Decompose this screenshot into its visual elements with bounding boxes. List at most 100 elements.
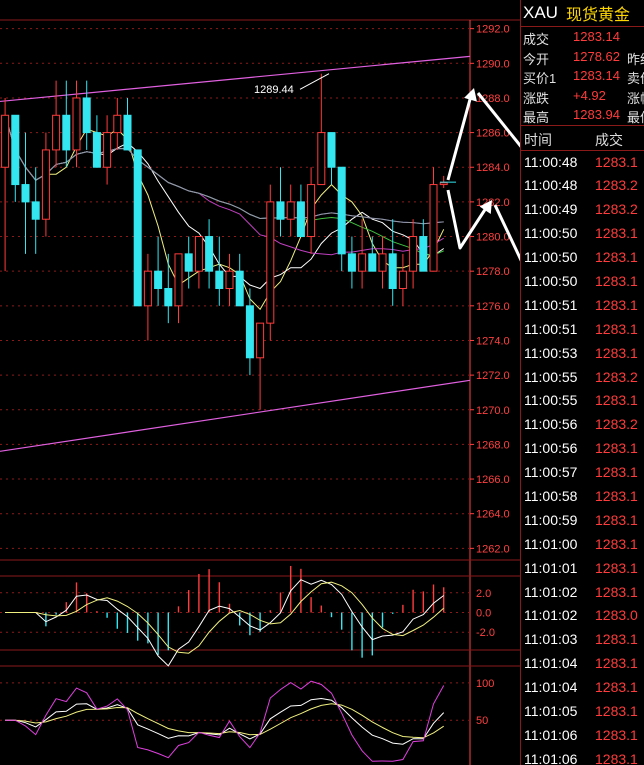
ma10-line: [4, 115, 444, 290]
ma5-line: [4, 115, 445, 311]
candle-down: [31, 201, 40, 220]
tick-row[interactable]: 11:01:04 1283.1: [521, 676, 644, 700]
tick-time: 11:00:50: [524, 249, 578, 266]
quote-field-value: 1283.94: [573, 107, 620, 122]
tick-price: 1283.1: [595, 225, 638, 242]
tick-row[interactable]: 11:00:50 1283.1: [521, 246, 644, 270]
tick-row[interactable]: 11:00:48 1283.1: [521, 151, 644, 175]
tick-price: 1283.2: [595, 201, 638, 218]
kdj-k-line: [5, 697, 445, 745]
tick-time: 11:01:00: [524, 535, 578, 552]
candle-down: [154, 270, 163, 290]
tick-row[interactable]: 11:01:00 1283.1: [521, 533, 644, 557]
candle-down: [164, 288, 173, 307]
quote-header: XAU 现货黄金: [521, 0, 644, 27]
tick-row[interactable]: 11:00:51 1283.1: [521, 294, 644, 318]
tick-row[interactable]: 11:01:04 1283.1: [521, 652, 644, 676]
tick-header-time: 时间: [524, 131, 552, 148]
candle-down: [11, 114, 20, 186]
tick-row[interactable]: 11:01:03 1283.1: [521, 628, 644, 652]
quote-field-label: 成交: [523, 32, 550, 47]
quote-panel: XAU 现货黄金 成交 1283.14 今开 1278.62 昨结买价1 1283.14 卖…: [520, 0, 644, 765]
y-tick-label: 1262.0: [476, 543, 510, 555]
candle-up: [1, 114, 10, 168]
tick-price: 1283.2: [595, 368, 638, 385]
tick-time: 11:01:06: [524, 750, 578, 765]
tick-row[interactable]: 11:00:56 1283.1: [521, 437, 644, 461]
macd-tick-label: 2.0: [476, 588, 491, 600]
y-tick-label: 1284.0: [476, 162, 510, 174]
tick-price: 1283.2: [595, 177, 638, 194]
candle-up: [317, 132, 326, 186]
tick-row[interactable]: 11:00:48 1283.2: [521, 174, 644, 198]
candle-up: [225, 270, 234, 290]
tick-row[interactable]: 11:00:51 1283.1: [521, 318, 644, 342]
tick-header-volume: 成交: [595, 131, 623, 148]
macd-tick-label: 0.0: [476, 608, 491, 620]
tick-row[interactable]: 11:00:50 1283.1: [521, 222, 644, 246]
candle-down: [21, 184, 30, 203]
candle-down: [205, 236, 214, 272]
macd-dif-line: [5, 579, 445, 667]
ma30-line: [4, 115, 444, 256]
macd-dea-line: [5, 581, 445, 654]
chart-area[interactable]: 1292.0 1290.0 1288.0 1286.0 1284.0 1282.0 1280…: [0, 0, 520, 765]
tick-price: 1283.1: [595, 249, 638, 266]
kdj-tick-label: 50: [476, 715, 488, 727]
tick-row[interactable]: 11:00:58 1283.1: [521, 485, 644, 509]
candle-down: [276, 201, 285, 220]
tick-price: 1283.1: [595, 464, 638, 481]
annotation-arrow-head: [464, 88, 477, 102]
tick-row[interactable]: 11:01:02 1283.0: [521, 604, 644, 628]
tick-row[interactable]: 11:00:56 1283.2: [521, 413, 644, 437]
tick-row[interactable]: 11:01:06 1283.1: [521, 748, 644, 765]
tick-row[interactable]: 11:00:49 1283.2: [521, 198, 644, 222]
tick-time: 11:00:57: [524, 464, 578, 481]
tick-time: 11:00:48: [524, 153, 578, 170]
tick-row[interactable]: 11:00:59 1283.1: [521, 509, 644, 533]
y-tick-label: 1268.0: [476, 439, 510, 451]
candle-down: [296, 201, 305, 238]
tick-row[interactable]: 11:00:50 1283.1: [521, 270, 644, 294]
tick-row[interactable]: 11:00:55 1283.2: [521, 366, 644, 390]
tick-time: 11:01:02: [524, 607, 578, 624]
tick-price: 1283.1: [595, 320, 638, 337]
tick-price: 1283.1: [595, 344, 638, 361]
tick-time: 11:00:51: [524, 320, 578, 337]
tick-price: 1283.1: [595, 559, 638, 576]
y-tick-label: 1278.0: [476, 266, 510, 278]
tick-price: 1283.1: [595, 631, 638, 648]
y-tick-label: 1272.0: [476, 370, 510, 382]
candle-up: [103, 132, 112, 168]
tick-row[interactable]: 11:00:53 1283.1: [521, 342, 644, 366]
tick-time: 11:01:04: [524, 655, 578, 672]
tick-price: 1283.1: [595, 153, 638, 170]
tick-time: 11:00:56: [524, 440, 578, 457]
candle-down: [215, 270, 224, 290]
candle-down: [92, 132, 101, 168]
tick-row[interactable]: 11:01:01 1283.1: [521, 557, 644, 581]
candle-down: [419, 236, 428, 272]
tick-price: 1283.1: [595, 726, 638, 743]
quote-field-row: 买价1 1283.14 卖价: [521, 66, 644, 86]
tick-time: 11:00:48: [524, 177, 578, 194]
tick-price: 1283.1: [595, 392, 638, 409]
candle-up: [72, 97, 81, 151]
tick-row[interactable]: 11:01:05 1283.1: [521, 700, 644, 724]
candle-up: [409, 236, 418, 272]
kdj-tick-label: 100: [476, 678, 494, 690]
tick-time: 11:00:50: [524, 225, 578, 242]
tick-price: 1283.1: [595, 440, 638, 457]
tick-row[interactable]: 11:01:06 1283.1: [521, 724, 644, 748]
tick-price: 1283.1: [595, 750, 638, 765]
tick-list[interactable]: 11:00:48 1283.1 11:00:48 1283.2 11:00:49 1283…: [521, 151, 644, 765]
tick-time: 11:01:05: [524, 702, 578, 719]
kline-chart[interactable]: 1292.01290.01288.01286.01284.01282.01280…: [0, 0, 520, 765]
tick-row[interactable]: 11:00:55 1283.1: [521, 389, 644, 413]
tick-row[interactable]: 11:00:57 1283.1: [521, 461, 644, 485]
tick-price: 1283.1: [595, 511, 638, 528]
symbol-name[interactable]: 现货黄金: [566, 1, 630, 25]
candle-down: [388, 253, 397, 290]
symbol-code[interactable]: XAU: [523, 3, 558, 23]
tick-row[interactable]: 11:01:02 1283.1: [521, 581, 644, 605]
